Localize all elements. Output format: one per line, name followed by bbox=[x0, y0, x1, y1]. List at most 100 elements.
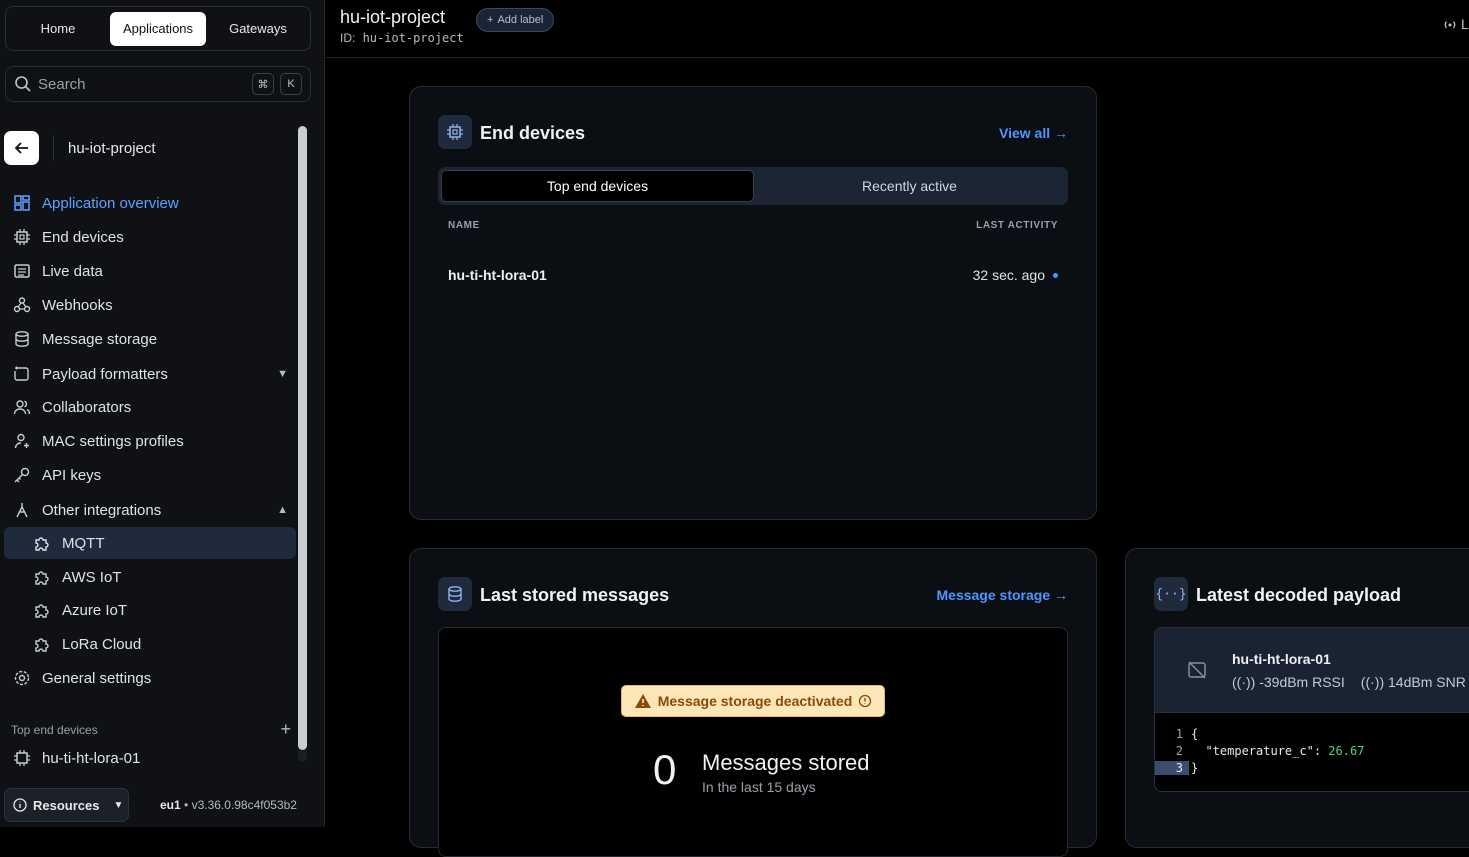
sidebar-item-payload-formatters[interactable]: Payload formatters ▼ bbox=[4, 358, 296, 390]
sidebar-item-webhooks[interactable]: Webhooks bbox=[4, 289, 296, 321]
image-placeholder-icon bbox=[1188, 661, 1206, 679]
divider bbox=[53, 135, 54, 161]
sidebar-item-api-keys[interactable]: API keys bbox=[4, 459, 296, 491]
tab-gateways[interactable]: Gateways bbox=[210, 12, 306, 46]
chip-icon bbox=[438, 115, 472, 149]
sidebar-item-label: AWS IoT bbox=[62, 568, 122, 586]
sidebar-item-label: Application overview bbox=[42, 194, 179, 212]
payload-header: hu-ti-ht-lora-01 ((·)) -39dBm RSSI ((·))… bbox=[1155, 628, 1469, 713]
app-name: hu-iot-project bbox=[68, 139, 156, 157]
id-prefix: ID: bbox=[340, 31, 356, 45]
info-icon bbox=[859, 694, 872, 708]
sidebar-item-general-settings[interactable]: General settings bbox=[4, 662, 296, 694]
sidebar-item-mac-settings[interactable]: MAC settings profiles bbox=[4, 425, 296, 457]
sidebar-item-other-integrations[interactable]: Other integrations ▲ bbox=[4, 494, 296, 526]
payload-code[interactable]: 1 { 2 "temperature_c": 26.67 3 } bbox=[1155, 713, 1469, 791]
resources-button[interactable]: Resources ▼ bbox=[4, 788, 129, 822]
sidebar-footer: Resources ▼ eu1 • v3.36.0.98c4f053b2 bbox=[0, 783, 325, 827]
page-title: hu-iot-project bbox=[340, 7, 446, 27]
version-label: v3.36.0.98c4f053b2 bbox=[191, 798, 297, 812]
resources-label: Resources bbox=[33, 797, 100, 813]
column-header-activity: LAST ACTIVITY bbox=[976, 220, 1058, 231]
warning-text: Message storage deactivated bbox=[657, 693, 853, 709]
sidebar-item-collaborators[interactable]: Collaborators bbox=[4, 391, 296, 423]
users-icon bbox=[12, 397, 32, 417]
sidebar: Home Applications Gateways Search ⌘ K hu… bbox=[0, 0, 325, 827]
webhook-icon bbox=[12, 295, 32, 315]
stored-messages-panel: Message storage deactivated 0 Messages s… bbox=[438, 627, 1068, 857]
sidebar-item-aws-iot[interactable]: AWS IoT bbox=[4, 561, 296, 593]
view-all-link[interactable]: View all → bbox=[999, 125, 1068, 141]
sidebar-item-label: MAC settings profiles bbox=[42, 432, 184, 450]
device-row-name[interactable]: hu-ti-ht-lora-01 bbox=[448, 267, 547, 283]
braces-icon: {··} bbox=[1154, 577, 1188, 611]
chevron-down-icon: ▼ bbox=[113, 799, 124, 811]
sidebar-item-azure-iot[interactable]: Azure IoT bbox=[4, 594, 296, 626]
decoded-payload-card: {··} Latest decoded payload hu-ti-ht-lor… bbox=[1125, 548, 1469, 848]
scrollbar-thumb[interactable] bbox=[298, 126, 307, 750]
card-title: Latest decoded payload bbox=[1196, 585, 1402, 605]
payload-device-name[interactable]: hu-ti-ht-lora-01 bbox=[1232, 651, 1331, 667]
kbd-k: K bbox=[280, 73, 302, 95]
message-storage-link[interactable]: Message storage → bbox=[937, 587, 1069, 603]
user-settings-icon bbox=[12, 431, 32, 451]
sidebar-item-label: Live data bbox=[42, 262, 103, 280]
code-key: "temperature_c": bbox=[1191, 744, 1329, 758]
puzzle-icon bbox=[32, 567, 52, 587]
cluster-label: eu1 bbox=[160, 798, 181, 812]
version-info: eu1 • v3.36.0.98c4f053b2 bbox=[160, 798, 297, 812]
sidebar-item-label: End devices bbox=[42, 228, 124, 246]
activity-text: 32 sec. ago bbox=[972, 267, 1045, 283]
line-number: 1 bbox=[1175, 727, 1183, 741]
sidebar-device-item[interactable]: hu-ti-ht-lora-01 bbox=[4, 748, 296, 768]
sidebar-item-message-storage[interactable]: Message storage bbox=[4, 323, 296, 355]
messages-stored-label: Messages stored bbox=[702, 750, 870, 775]
sidebar-item-live-data[interactable]: Live data bbox=[4, 255, 296, 287]
sidebar-item-lora-cloud[interactable]: LoRa Cloud bbox=[4, 628, 296, 660]
signal-icon bbox=[1444, 21, 1456, 29]
sidebar-item-mqtt[interactable]: MQTT bbox=[4, 527, 296, 559]
add-label-text: Add label bbox=[497, 14, 544, 26]
info-icon bbox=[13, 798, 27, 812]
sidebar-item-overview[interactable]: Application overview bbox=[4, 187, 296, 219]
sidebar-item-label: General settings bbox=[42, 669, 152, 687]
chip-icon bbox=[12, 748, 32, 768]
back-button[interactable] bbox=[4, 131, 39, 165]
search-input[interactable]: Search ⌘ K bbox=[5, 66, 311, 102]
sidebar-item-label: Azure IoT bbox=[62, 601, 128, 619]
tab-applications[interactable]: Applications bbox=[110, 11, 206, 46]
messages-stored-period: In the last 15 days bbox=[702, 779, 816, 795]
tab-top-end-devices[interactable]: Top end devices bbox=[441, 170, 754, 202]
integration-icon bbox=[12, 500, 32, 520]
gear-icon bbox=[12, 668, 32, 688]
snr-value: ((·)) 14dBm SNR bbox=[1361, 674, 1466, 690]
payload-panel: hu-ti-ht-lora-01 ((·)) -39dBm RSSI ((·))… bbox=[1154, 627, 1469, 792]
chevron-up-icon: ▲ bbox=[277, 504, 288, 516]
tab-recently-active[interactable]: Recently active bbox=[754, 170, 1065, 202]
payload-meta: ((·)) -39dBm RSSI ((·)) 14dBm SNR bbox=[1232, 674, 1466, 690]
storage-warning-badge[interactable]: Message storage deactivated bbox=[621, 685, 885, 717]
sidebar-item-end-devices[interactable]: End devices bbox=[4, 221, 296, 253]
puzzle-icon bbox=[32, 634, 52, 654]
tab-home[interactable]: Home bbox=[10, 12, 106, 46]
code-value: 26.67 bbox=[1328, 744, 1365, 758]
stored-messages-card: Last stored messages Message storage → M… bbox=[409, 548, 1097, 857]
sidebar-item-label: LoRa Cloud bbox=[62, 635, 142, 653]
add-icon[interactable]: + bbox=[280, 719, 291, 740]
top-nav: Home Applications Gateways bbox=[5, 6, 311, 51]
chevron-down-icon: ▼ bbox=[277, 368, 288, 380]
rssi-value: ((·)) -39dBm RSSI bbox=[1232, 674, 1345, 690]
live-indicator[interactable]: L bbox=[1443, 16, 1469, 32]
sidebar-item-label: MQTT bbox=[62, 534, 105, 552]
code-line: } bbox=[1191, 761, 1199, 775]
code-icon bbox=[12, 364, 32, 384]
overview-icon bbox=[12, 193, 32, 213]
section-title: Top end devices bbox=[11, 722, 98, 737]
list-icon bbox=[12, 261, 32, 281]
add-label-button[interactable]: + Add label bbox=[476, 8, 555, 32]
app-header: hu-iot-project bbox=[4, 130, 294, 166]
card-title: Last stored messages bbox=[480, 585, 670, 605]
plus-icon: + bbox=[487, 14, 494, 26]
sidebar-item-label: Other integrations bbox=[42, 501, 162, 519]
database-icon bbox=[438, 577, 472, 611]
